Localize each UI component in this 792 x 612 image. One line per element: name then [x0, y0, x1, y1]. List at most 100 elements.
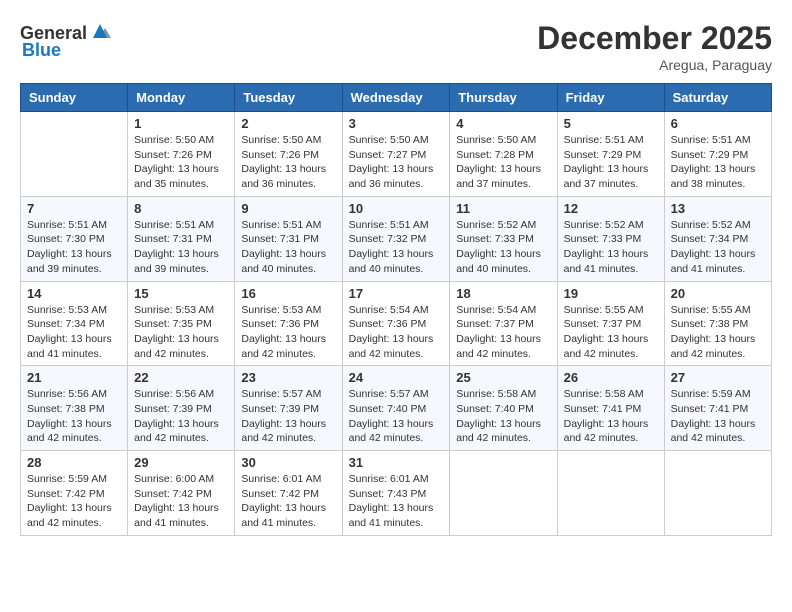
calendar-week-row: 28 Sunrise: 5:59 AM Sunset: 7:42 PM Dayli… [21, 451, 772, 536]
day-number: 12 [564, 201, 658, 216]
day-number: 3 [349, 116, 444, 131]
day-number: 13 [671, 201, 765, 216]
day-number: 26 [564, 370, 658, 385]
calendar-cell: 4Sunrise: 5:50 AM Sunset: 7:28 PM Daylig… [450, 112, 557, 197]
weekday-header-sunday: Sunday [21, 84, 128, 112]
location: Aregua, Paraguay [537, 57, 772, 73]
day-number: 22 [134, 370, 228, 385]
calendar-table: SundayMondayTuesdayWednesdayThursdayFrid… [20, 83, 772, 536]
weekday-header-row: SundayMondayTuesdayWednesdayThursdayFrid… [21, 84, 772, 112]
day-number: 18 [456, 286, 550, 301]
day-number: 5 [564, 116, 658, 131]
day-number: 25 [456, 370, 550, 385]
calendar-cell: 17 Sunrise: 5:54 AM Sunset: 7:36 PM Dayli… [342, 281, 450, 366]
calendar-cell: 28 Sunrise: 5:59 AM Sunset: 7:42 PM Dayli… [21, 451, 128, 536]
day-info: Sunrise: 5:59 AM Sunset: 7:41 PM Dayligh… [671, 387, 765, 446]
day-info: Sunrise: 6:00 AM Sunset: 7:42 PM Dayligh… [134, 472, 228, 531]
calendar-cell: 26 Sunrise: 5:58 AM Sunset: 7:41 PM Dayli… [557, 366, 664, 451]
day-info: Sunrise: 5:59 AM Sunset: 7:42 PM Dayligh… [27, 472, 121, 531]
day-info: Sunrise: 5:50 AM Sunset: 7:26 PM Dayligh… [134, 133, 228, 192]
weekday-header-saturday: Saturday [664, 84, 771, 112]
day-info: Sunrise: 5:53 AM Sunset: 7:36 PM Dayligh… [241, 303, 335, 362]
day-number: 9 [241, 201, 335, 216]
day-info: Sunrise: 5:56 AM Sunset: 7:39 PM Dayligh… [134, 387, 228, 446]
day-info: Sunrise: 5:52 AM Sunset: 7:33 PM Dayligh… [456, 218, 550, 277]
weekday-header-wednesday: Wednesday [342, 84, 450, 112]
calendar-cell: 24Sunrise: 5:57 AM Sunset: 7:40 PM Dayli… [342, 366, 450, 451]
day-info: Sunrise: 5:51 AM Sunset: 7:29 PM Dayligh… [564, 133, 658, 192]
day-number: 21 [27, 370, 121, 385]
day-number: 31 [349, 455, 444, 470]
logo-blue: Blue [22, 40, 61, 61]
day-info: Sunrise: 5:51 AM Sunset: 7:31 PM Dayligh… [134, 218, 228, 277]
calendar-week-row: 1 Sunrise: 5:50 AM Sunset: 7:26 PM Daylig… [21, 112, 772, 197]
day-info: Sunrise: 6:01 AM Sunset: 7:42 PM Dayligh… [241, 472, 335, 531]
day-info: Sunrise: 5:51 AM Sunset: 7:31 PM Dayligh… [241, 218, 335, 277]
day-number: 6 [671, 116, 765, 131]
day-info: Sunrise: 5:58 AM Sunset: 7:40 PM Dayligh… [456, 387, 550, 446]
day-info: Sunrise: 5:53 AM Sunset: 7:34 PM Dayligh… [27, 303, 121, 362]
day-info: Sunrise: 5:50 AM Sunset: 7:26 PM Dayligh… [241, 133, 335, 192]
day-number: 17 [349, 286, 444, 301]
calendar-cell: 11 Sunrise: 5:52 AM Sunset: 7:33 PM Dayli… [450, 196, 557, 281]
month-title: December 2025 [537, 20, 772, 57]
calendar-cell: 30 Sunrise: 6:01 AM Sunset: 7:42 PM Dayli… [235, 451, 342, 536]
day-number: 2 [241, 116, 335, 131]
day-number: 28 [27, 455, 121, 470]
day-info: Sunrise: 5:53 AM Sunset: 7:35 PM Dayligh… [134, 303, 228, 362]
calendar-cell: 18 Sunrise: 5:54 AM Sunset: 7:37 PM Dayli… [450, 281, 557, 366]
calendar-cell: 23 Sunrise: 5:57 AM Sunset: 7:39 PM Dayli… [235, 366, 342, 451]
logo-icon [89, 20, 111, 42]
day-number: 11 [456, 201, 550, 216]
day-info: Sunrise: 5:58 AM Sunset: 7:41 PM Dayligh… [564, 387, 658, 446]
calendar-cell: 13 Sunrise: 5:52 AM Sunset: 7:34 PM Dayli… [664, 196, 771, 281]
day-number: 8 [134, 201, 228, 216]
calendar-cell: 3 Sunrise: 5:50 AM Sunset: 7:27 PM Daylig… [342, 112, 450, 197]
day-info: Sunrise: 5:56 AM Sunset: 7:38 PM Dayligh… [27, 387, 121, 446]
calendar-cell: 21 Sunrise: 5:56 AM Sunset: 7:38 PM Dayli… [21, 366, 128, 451]
calendar-cell: 10Sunrise: 5:51 AM Sunset: 7:32 PM Dayli… [342, 196, 450, 281]
calendar-cell: 31Sunrise: 6:01 AM Sunset: 7:43 PM Dayli… [342, 451, 450, 536]
calendar-week-row: 7Sunrise: 5:51 AM Sunset: 7:30 PM Daylig… [21, 196, 772, 281]
calendar-cell: 12Sunrise: 5:52 AM Sunset: 7:33 PM Dayli… [557, 196, 664, 281]
title-section: December 2025 Aregua, Paraguay [537, 20, 772, 73]
day-info: Sunrise: 5:55 AM Sunset: 7:38 PM Dayligh… [671, 303, 765, 362]
calendar-cell: 15 Sunrise: 5:53 AM Sunset: 7:35 PM Dayli… [128, 281, 235, 366]
day-number: 16 [241, 286, 335, 301]
day-info: Sunrise: 5:55 AM Sunset: 7:37 PM Dayligh… [564, 303, 658, 362]
day-number: 7 [27, 201, 121, 216]
weekday-header-friday: Friday [557, 84, 664, 112]
calendar-cell [21, 112, 128, 197]
calendar-cell: 2 Sunrise: 5:50 AM Sunset: 7:26 PM Daylig… [235, 112, 342, 197]
calendar-cell: 8 Sunrise: 5:51 AM Sunset: 7:31 PM Daylig… [128, 196, 235, 281]
day-number: 30 [241, 455, 335, 470]
day-number: 14 [27, 286, 121, 301]
day-info: Sunrise: 5:50 AM Sunset: 7:27 PM Dayligh… [349, 133, 444, 192]
calendar-cell: 22 Sunrise: 5:56 AM Sunset: 7:39 PM Dayli… [128, 366, 235, 451]
day-number: 20 [671, 286, 765, 301]
day-info: Sunrise: 5:54 AM Sunset: 7:36 PM Dayligh… [349, 303, 444, 362]
day-info: Sunrise: 5:51 AM Sunset: 7:29 PM Dayligh… [671, 133, 765, 192]
calendar-cell [664, 451, 771, 536]
calendar-cell: 5 Sunrise: 5:51 AM Sunset: 7:29 PM Daylig… [557, 112, 664, 197]
day-number: 4 [456, 116, 550, 131]
logo: General Blue [20, 20, 111, 61]
day-number: 10 [349, 201, 444, 216]
calendar-cell [450, 451, 557, 536]
day-info: Sunrise: 5:57 AM Sunset: 7:40 PM Dayligh… [349, 387, 444, 446]
calendar-cell: 6 Sunrise: 5:51 AM Sunset: 7:29 PM Daylig… [664, 112, 771, 197]
day-number: 23 [241, 370, 335, 385]
day-info: Sunrise: 5:57 AM Sunset: 7:39 PM Dayligh… [241, 387, 335, 446]
calendar-cell: 1 Sunrise: 5:50 AM Sunset: 7:26 PM Daylig… [128, 112, 235, 197]
day-number: 1 [134, 116, 228, 131]
calendar-cell: 20 Sunrise: 5:55 AM Sunset: 7:38 PM Dayli… [664, 281, 771, 366]
day-number: 19 [564, 286, 658, 301]
calendar-cell [557, 451, 664, 536]
day-number: 27 [671, 370, 765, 385]
day-info: Sunrise: 5:54 AM Sunset: 7:37 PM Dayligh… [456, 303, 550, 362]
day-number: 15 [134, 286, 228, 301]
day-info: Sunrise: 5:52 AM Sunset: 7:34 PM Dayligh… [671, 218, 765, 277]
calendar-cell: 14 Sunrise: 5:53 AM Sunset: 7:34 PM Dayli… [21, 281, 128, 366]
calendar-cell: 27 Sunrise: 5:59 AM Sunset: 7:41 PM Dayli… [664, 366, 771, 451]
calendar-cell: 25 Sunrise: 5:58 AM Sunset: 7:40 PM Dayli… [450, 366, 557, 451]
